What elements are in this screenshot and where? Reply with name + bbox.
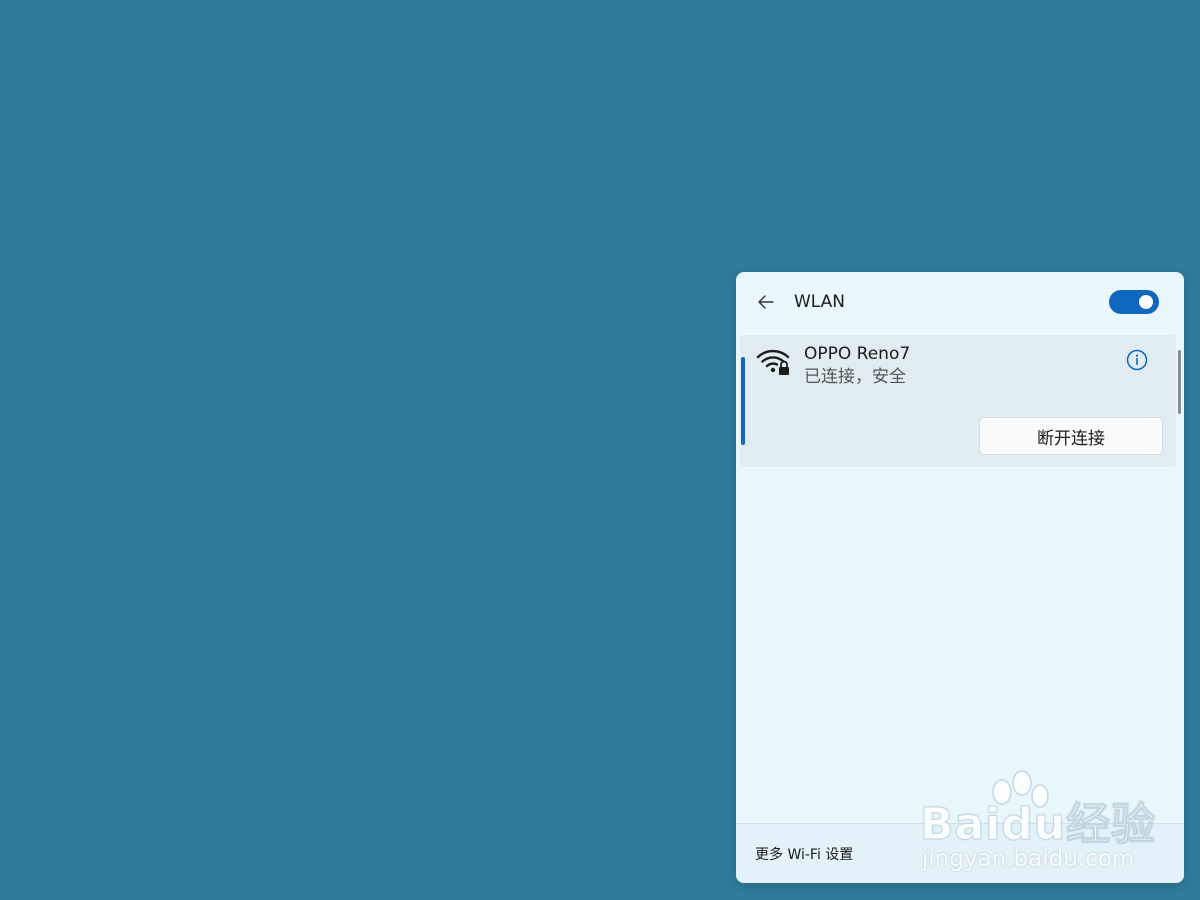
wifi-secure-icon (756, 349, 790, 375)
baidu-logo-text: Baidu经验 (919, 799, 1157, 851)
network-status: 已连接，安全 (804, 367, 906, 387)
scrollbar[interactable] (1178, 350, 1181, 414)
wlan-toggle[interactable] (1109, 290, 1159, 314)
back-arrow-icon (758, 295, 774, 309)
baidu-url: jingyan.baidu.com (922, 846, 1135, 872)
baidu-watermark: Baidu经验 jingyan.baidu.com (919, 770, 1156, 880)
info-icon[interactable] (1126, 349, 1148, 371)
flyout-header: WLAN (736, 272, 1184, 332)
back-button[interactable] (752, 288, 780, 316)
selected-indicator (741, 357, 745, 445)
flyout-title: WLAN (794, 292, 846, 312)
disconnect-button[interactable]: 断开连接 (979, 417, 1163, 455)
network-name: OPPO Reno7 (804, 344, 911, 364)
toggle-knob (1139, 295, 1153, 309)
more-wifi-settings-link[interactable]: 更多 Wi-Fi 设置 (755, 844, 853, 864)
network-item[interactable]: OPPO Reno7 已连接，安全 断开连接 (740, 335, 1176, 467)
